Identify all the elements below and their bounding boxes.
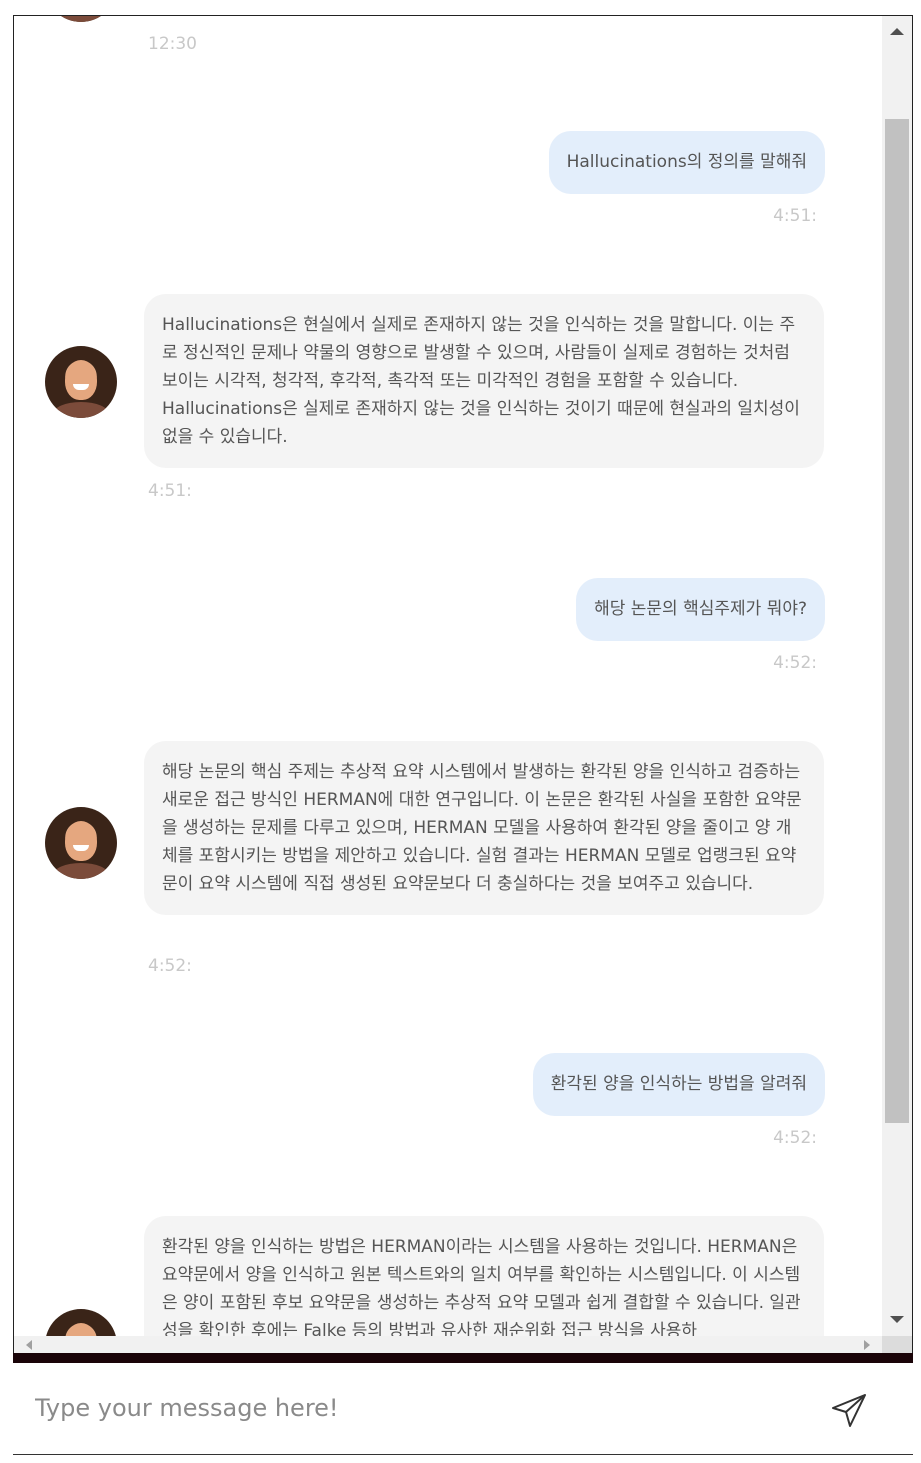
assistant-message-bubble: 환각된 양을 인식하는 방법은 HERMAN이라는 시스템을 사용하는 것입니다…	[144, 1216, 824, 1336]
vertical-scrollbar[interactable]	[882, 16, 912, 1336]
assistant-avatar	[45, 1309, 117, 1336]
input-divider-bar	[13, 1353, 913, 1363]
user-message-bubble: 환각된 양을 인식하는 방법을 알려줘	[532, 1053, 825, 1116]
message-time: 4:51:	[148, 481, 192, 501]
scrollbar-thumb[interactable]	[885, 119, 909, 1123]
message-time: 12:30	[148, 34, 197, 54]
send-button[interactable]	[829, 1391, 869, 1431]
scroll-right-arrow-icon[interactable]	[864, 1340, 870, 1350]
chat-window: 12:30 Hallucinations의 정의를 말해줘 4:51: Hall…	[13, 15, 913, 1354]
scroll-left-arrow-icon[interactable]	[26, 1340, 32, 1350]
horizontal-scrollbar[interactable]	[14, 1336, 882, 1354]
assistant-avatar	[45, 807, 117, 879]
scroll-up-arrow-icon[interactable]	[890, 28, 904, 35]
message-list[interactable]: 12:30 Hallucinations의 정의를 말해줘 4:51: Hall…	[14, 16, 882, 1336]
scroll-down-arrow-icon[interactable]	[890, 1316, 904, 1323]
message-composer	[13, 1363, 913, 1455]
user-message-bubble: 해당 논문의 핵심주제가 뭐야?	[576, 578, 825, 641]
assistant-message-bubble: 해당 논문의 핵심 주제는 추상적 요약 시스템에서 발생하는 환각된 양을 인…	[144, 741, 824, 915]
message-time: 4:52:	[773, 1128, 817, 1148]
user-message-bubble: Hallucinations의 정의를 말해줘	[548, 131, 825, 194]
message-time: 4:52:	[773, 653, 817, 673]
send-paper-plane-icon	[832, 1394, 866, 1427]
assistant-avatar	[45, 346, 117, 418]
message-time: 4:51:	[773, 206, 817, 226]
assistant-message-bubble: Hallucinations은 현실에서 실제로 존재하지 않는 것을 인식하는…	[144, 294, 824, 468]
scrollbar-corner	[882, 1336, 912, 1354]
assistant-avatar	[45, 16, 117, 22]
message-time: 4:52:	[148, 956, 192, 976]
message-input[interactable]	[13, 1363, 813, 1453]
